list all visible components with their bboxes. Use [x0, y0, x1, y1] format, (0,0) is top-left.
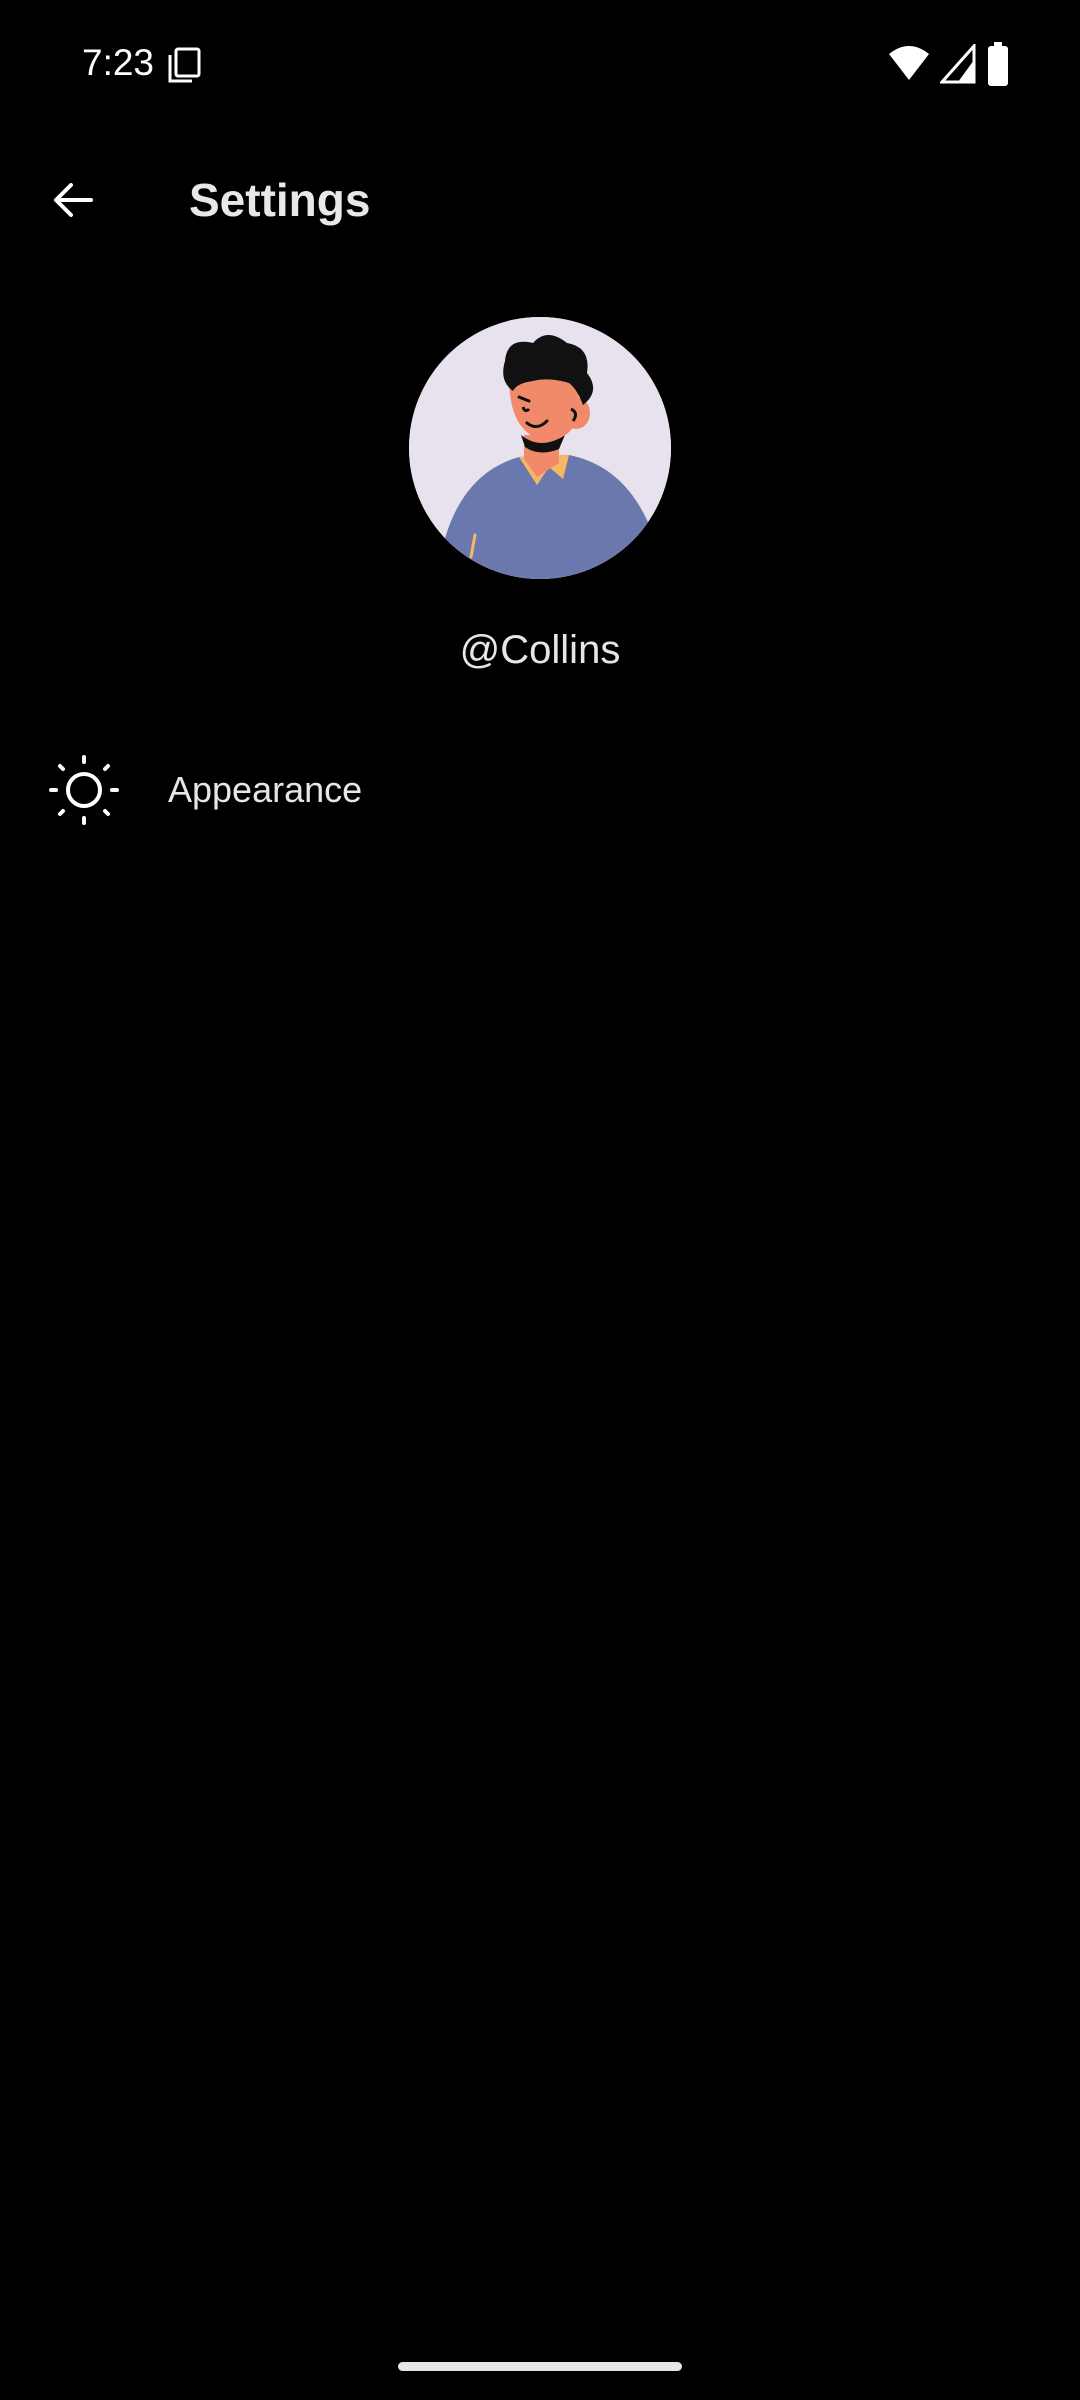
settings-item-appearance[interactable]: Appearance	[0, 740, 1080, 840]
avatar-illustration	[409, 317, 671, 579]
arrow-left-icon	[54, 183, 93, 217]
status-time: 7:23	[82, 42, 155, 83]
wifi-icon	[889, 46, 929, 80]
avatar[interactable]	[409, 317, 671, 579]
back-button[interactable]	[30, 160, 116, 240]
page-title: Settings	[189, 174, 371, 226]
signal-icon	[940, 44, 976, 84]
sun-icon	[49, 755, 119, 825]
username: @Collins	[459, 628, 621, 672]
status-bar: 7:23	[0, 0, 1080, 130]
home-indicator[interactable]	[398, 2362, 682, 2371]
screenshot-icon	[168, 47, 201, 83]
app-bar: Settings	[0, 150, 1080, 250]
battery-icon	[988, 42, 1008, 86]
settings-item-label: Appearance	[168, 769, 363, 810]
